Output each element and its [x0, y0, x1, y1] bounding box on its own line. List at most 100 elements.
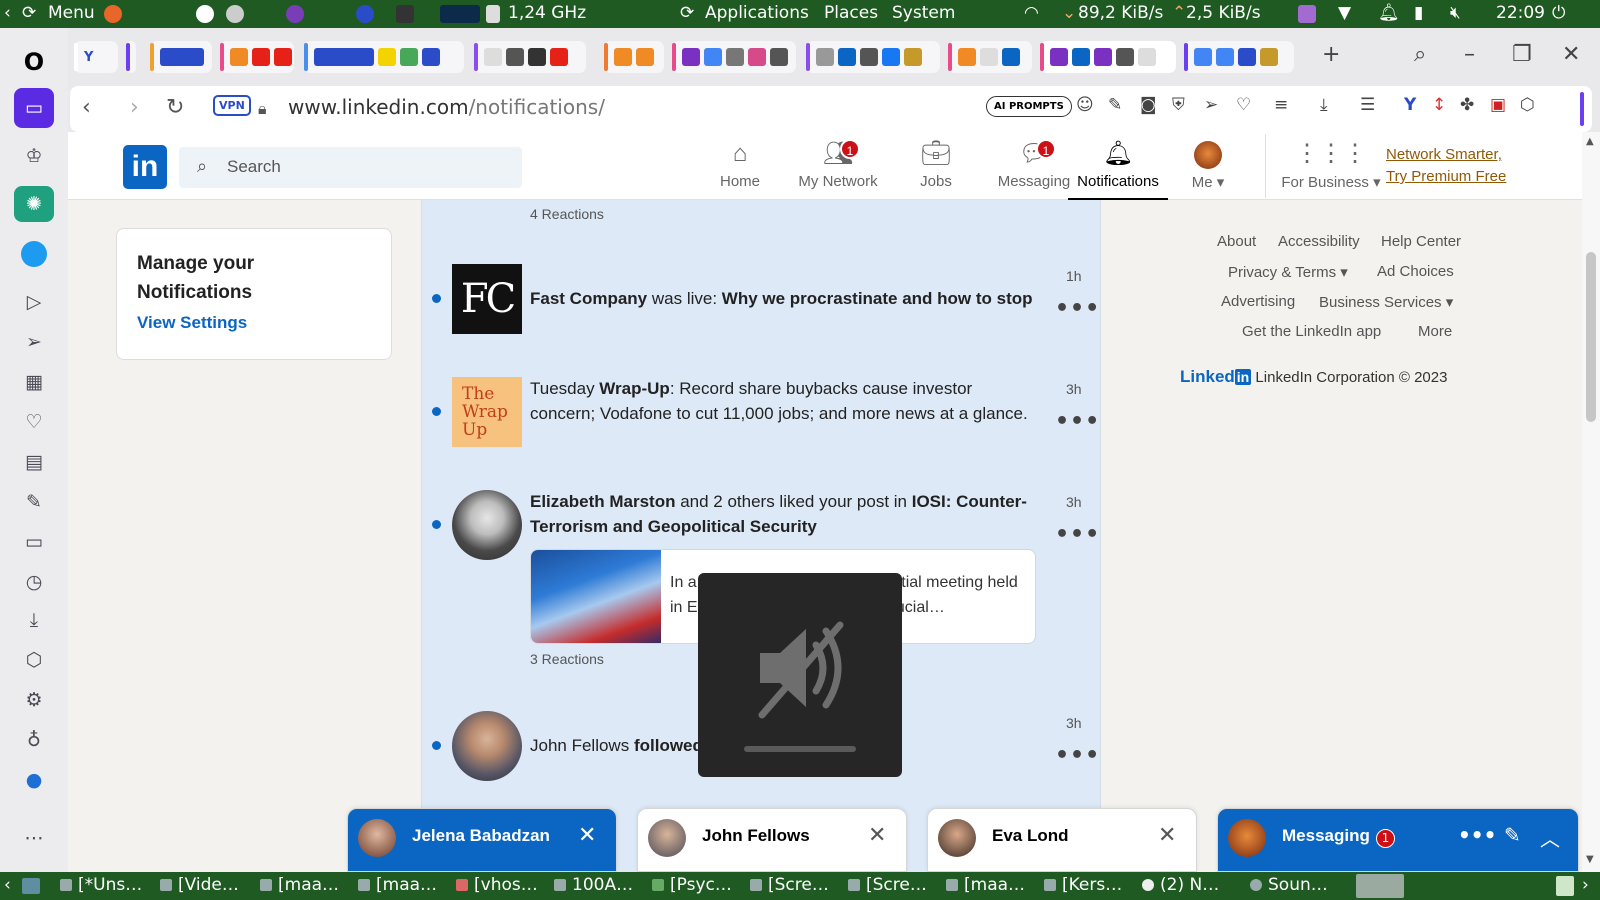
- show-desktop-icon[interactable]: [22, 878, 40, 894]
- more-options-icon[interactable]: •••: [1055, 409, 1100, 434]
- taskbar-item[interactable]: [*Uns…: [60, 875, 156, 895]
- scrollbar-thumb[interactable]: [1586, 252, 1596, 422]
- applications-menu[interactable]: Applications: [705, 3, 809, 23]
- twitter-sidebar-icon[interactable]: [14, 236, 54, 272]
- lock-icon[interactable]: 🔒︎: [258, 99, 267, 119]
- player-control-icon[interactable]: ≡: [1274, 95, 1288, 115]
- tabs-sidebar-icon[interactable]: ▭: [14, 524, 54, 560]
- adblock-shield-icon[interactable]: ⛨: [1172, 95, 1185, 115]
- back-arrow-icon[interactable]: ‹: [82, 95, 91, 120]
- notification-item[interactable]: The Wrap Up Tuesday Wrap-Up: Record shar…: [422, 377, 1102, 477]
- reactions-count[interactable]: 4 Reactions: [530, 206, 604, 222]
- footer-about[interactable]: About: [1217, 233, 1256, 250]
- reader-sidebar-icon[interactable]: ▭: [14, 88, 54, 128]
- vpn-badge[interactable]: VPN: [213, 95, 251, 116]
- heart-bookmark-icon[interactable]: ♡: [1236, 95, 1251, 115]
- scroll-down-arrow-icon[interactable]: ▼: [1586, 854, 1594, 865]
- url-field[interactable]: www.linkedin.com/notifications/: [288, 95, 605, 119]
- nav-jobs[interactable]: 💼︎ Jobs: [886, 139, 986, 200]
- send-flow-icon[interactable]: ➢: [1204, 95, 1218, 115]
- bell-tray-icon[interactable]: 🔔︎: [1378, 3, 1400, 23]
- extension-puzzle-icon[interactable]: ✤: [1460, 95, 1474, 115]
- reactions-count[interactable]: 3 Reactions: [530, 651, 604, 667]
- taskbar-item[interactable]: [maa…: [358, 875, 454, 895]
- crown-sidebar-icon[interactable]: ♔: [14, 138, 54, 174]
- footer-accessibility[interactable]: Accessibility: [1278, 233, 1360, 250]
- nav-notifications[interactable]: 🔔︎ Notifications: [1068, 139, 1168, 200]
- footer-get-app[interactable]: Get the LinkedIn app: [1242, 323, 1381, 340]
- more-options-icon[interactable]: •••: [1055, 522, 1100, 547]
- shield-tray-icon[interactable]: ▼: [1338, 3, 1351, 23]
- notification-item[interactable]: FC Fast Company was live: Why we procras…: [422, 264, 1102, 364]
- extension-y-icon[interactable]: Y: [1404, 95, 1416, 115]
- power-icon[interactable]: ⏻: [1552, 3, 1565, 23]
- taskbar-item[interactable]: [Vide…: [160, 875, 256, 895]
- tab-group-4[interactable]: [220, 41, 294, 73]
- ai-prompts-button[interactable]: AI PROMPTS: [986, 96, 1072, 117]
- page-scrollbar[interactable]: ▲ ▼: [1582, 132, 1600, 872]
- taskbar-scroll-right-icon[interactable]: ›: [1582, 875, 1589, 895]
- camera-icon[interactable]: ◙: [1140, 95, 1157, 115]
- extensions-cube-icon[interactable]: ⬡: [1520, 95, 1535, 115]
- settings-sidebar-icon[interactable]: ⚙: [14, 682, 54, 718]
- taskbar-scroll-left-icon[interactable]: ‹: [4, 875, 11, 895]
- nav-me[interactable]: Me ▾: [1168, 139, 1248, 200]
- messaging-dock[interactable]: Messaging 1 ••• ✎ ︿: [1217, 808, 1579, 872]
- view-settings-link[interactable]: View Settings: [137, 313, 371, 333]
- footer-more[interactable]: More: [1418, 323, 1452, 340]
- taskbar-item[interactable]: Soun…: [1250, 875, 1346, 895]
- launcher-a-icon[interactable]: [196, 5, 214, 23]
- clock[interactable]: 22:09: [1496, 3, 1545, 23]
- chevron-up-icon[interactable]: ︿: [1540, 823, 1560, 852]
- apps-grid-sidebar-icon[interactable]: ▦: [14, 364, 54, 400]
- compose-icon[interactable]: ✎: [1504, 823, 1521, 847]
- linkedin-logo[interactable]: in: [123, 145, 167, 189]
- tab-group-2[interactable]: [126, 41, 136, 73]
- new-tab-plus-icon[interactable]: +: [1322, 42, 1340, 67]
- nav-my-network[interactable]: 👥︎ My Network 1: [788, 139, 888, 200]
- taskbar-item[interactable]: [Scre…: [750, 875, 846, 895]
- footer-advertising[interactable]: Advertising: [1221, 293, 1295, 310]
- chat-bubble-john[interactable]: John Fellows ✕: [637, 808, 907, 872]
- battery-icon[interactable]: ▮: [1414, 3, 1423, 23]
- close-chat-icon[interactable]: ✕: [1158, 823, 1176, 848]
- news-sidebar-icon[interactable]: ▤: [14, 444, 54, 480]
- easy-setup-icon[interactable]: ☰: [1360, 95, 1375, 115]
- close-chat-icon[interactable]: ✕: [868, 823, 886, 848]
- snapshot-edit-icon[interactable]: ✎: [1108, 95, 1122, 115]
- panel-scroll-left-icon[interactable]: ‹: [4, 3, 11, 23]
- tab-group-8[interactable]: [672, 41, 796, 73]
- chatgpt-sidebar-icon[interactable]: ✺: [14, 186, 54, 222]
- footer-business-services[interactable]: Business Services ▾: [1319, 293, 1453, 311]
- chat-bubble-sidebar-icon[interactable]: ●: [14, 762, 54, 798]
- more-sidebar-icon[interactable]: ⋯: [14, 820, 54, 856]
- nav-for-business[interactable]: ⋮⋮⋮ For Business ▾: [1274, 139, 1388, 200]
- taskbar-item[interactable]: [vhos…: [456, 875, 552, 895]
- firefox-launcher-icon[interactable]: [104, 5, 122, 23]
- system-menu[interactable]: System: [892, 3, 955, 23]
- tab-group-3[interactable]: [150, 41, 212, 73]
- audio-tray-icon[interactable]: [1298, 5, 1316, 23]
- taskbar-item[interactable]: [Kers…: [1044, 875, 1140, 895]
- forward-arrow-icon[interactable]: ›: [130, 95, 139, 120]
- chat-bubble-eva[interactable]: Eva Lond ✕: [927, 808, 1197, 872]
- tips-bulb-sidebar-icon[interactable]: ♁: [14, 722, 54, 758]
- chat-bubble-jelena[interactable]: Jelena Babadzan ✕: [347, 808, 617, 872]
- podcast-launcher-icon[interactable]: [286, 5, 304, 23]
- notification-text[interactable]: Fast Company was live: Why we procrastin…: [530, 286, 1040, 311]
- more-options-icon[interactable]: •••: [1055, 296, 1100, 321]
- terminal-launcher-icon[interactable]: [396, 5, 414, 23]
- taskbar-item[interactable]: 100A…: [554, 875, 650, 895]
- active-window-indicator[interactable]: [1356, 874, 1404, 898]
- taskbar-item[interactable]: [Scre…: [848, 875, 944, 895]
- menu-label[interactable]: Menu: [48, 3, 95, 23]
- extension-red-icon[interactable]: ↕: [1432, 95, 1446, 115]
- notification-text[interactable]: Tuesday Wrap-Up: Record share buybacks c…: [530, 376, 1040, 426]
- taskbar-item[interactable]: [Psyc…: [652, 875, 748, 895]
- footer-ad-choices[interactable]: Ad Choices: [1377, 263, 1454, 280]
- tab-search-icon[interactable]: ⌕: [1414, 42, 1426, 67]
- apps-menu-icon[interactable]: ⟳: [680, 3, 694, 23]
- volume-muted-tray-icon[interactable]: 🔇︎: [1450, 3, 1461, 23]
- opera-logo-icon[interactable]: O: [14, 44, 54, 80]
- tab-group-10[interactable]: [948, 41, 1032, 73]
